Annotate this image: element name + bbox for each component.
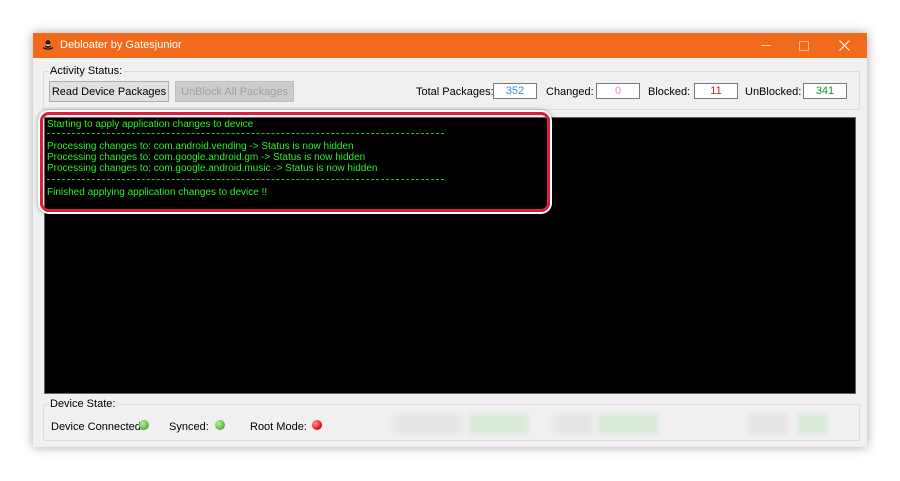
status-led-red-icon <box>312 420 322 430</box>
activity-status-legend: Activity Status: <box>50 65 123 77</box>
total-packages-label: Total Packages: <box>416 86 494 98</box>
status-led-green-icon <box>215 420 225 430</box>
blurred-region <box>469 414 529 434</box>
close-icon <box>838 40 850 51</box>
root-mode-label: Root Mode: <box>250 421 307 433</box>
changed-value: 0 <box>596 83 640 99</box>
total-packages-value: 352 <box>493 83 537 99</box>
blurred-region <box>798 414 828 434</box>
status-led-green-icon <box>139 420 149 430</box>
window-title: Debloater by Gatesjunior <box>60 39 182 51</box>
device-state-legend: Device State: <box>50 398 116 410</box>
read-device-packages-button[interactable]: Read Device Packages <box>49 81 169 102</box>
changed-label: Changed: <box>546 86 594 98</box>
highlight-annotation <box>40 112 550 212</box>
blurred-region <box>393 414 463 434</box>
synced-label: Synced: <box>169 421 209 433</box>
unblocked-value: 341 <box>803 83 847 99</box>
blocked-value: 11 <box>694 83 738 99</box>
minimize-icon <box>761 45 771 46</box>
blurred-region <box>748 414 788 434</box>
maximize-icon <box>799 40 809 51</box>
app-window: Debloater by Gatesjunior Activity Status… <box>33 33 867 447</box>
blurred-region <box>553 414 593 434</box>
unblock-all-packages-button[interactable]: UnBlock All Packages <box>175 81 294 102</box>
close-button[interactable] <box>825 33 863 58</box>
maximize-button[interactable] <box>785 33 823 58</box>
title-bar[interactable]: Debloater by Gatesjunior <box>33 33 867 58</box>
hat-icon <box>41 38 55 52</box>
blocked-label: Blocked: <box>648 86 691 98</box>
unblocked-label: UnBlocked: <box>745 86 802 98</box>
device-connected-label: Device Connected: <box>51 421 144 433</box>
minimize-button[interactable] <box>747 33 785 58</box>
blurred-region <box>598 414 658 434</box>
